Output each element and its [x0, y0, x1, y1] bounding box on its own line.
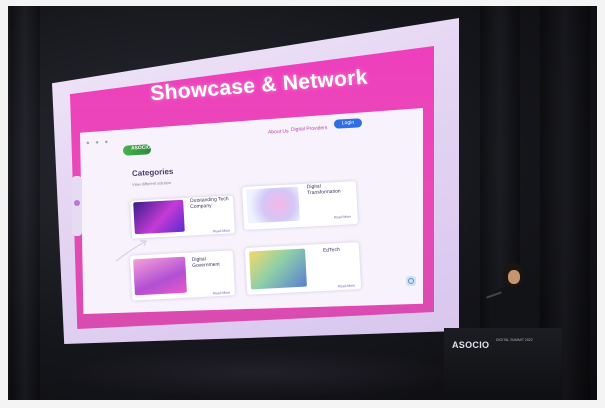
image-border	[0, 0, 8, 408]
background-curtain	[10, 0, 40, 408]
sidebar-dot-icon	[74, 200, 80, 206]
card-title: Digital Transformation	[306, 183, 341, 197]
slide-sidebar-tab	[72, 176, 82, 236]
browser-window-dots-icon: ● ● ●	[85, 139, 111, 147]
image-border	[597, 0, 605, 408]
login-button: Login	[333, 118, 363, 129]
card-illustration	[249, 248, 307, 290]
card-illustration	[133, 199, 185, 235]
card-illustration	[246, 186, 300, 224]
conference-stage: Showcase & Network ● ● ● ASOCIO About Us…	[0, 0, 605, 408]
image-border	[0, 400, 605, 408]
card-title: Digital Government	[191, 256, 220, 270]
podium-brand: ASOCIO	[452, 340, 490, 350]
floor-glow	[60, 348, 460, 398]
nav-about-link: About Us	[267, 128, 289, 136]
speaker-face	[508, 270, 520, 284]
card-title: Outstanding Tech Company	[189, 196, 229, 211]
podium-subtitle: DIGITAL SUMMIT 2022	[496, 338, 533, 342]
asocio-logo-text: ASOCIO	[130, 144, 151, 152]
image-border	[0, 0, 605, 6]
chat-icon	[408, 278, 414, 284]
decorative-arrow-icon	[115, 240, 147, 262]
